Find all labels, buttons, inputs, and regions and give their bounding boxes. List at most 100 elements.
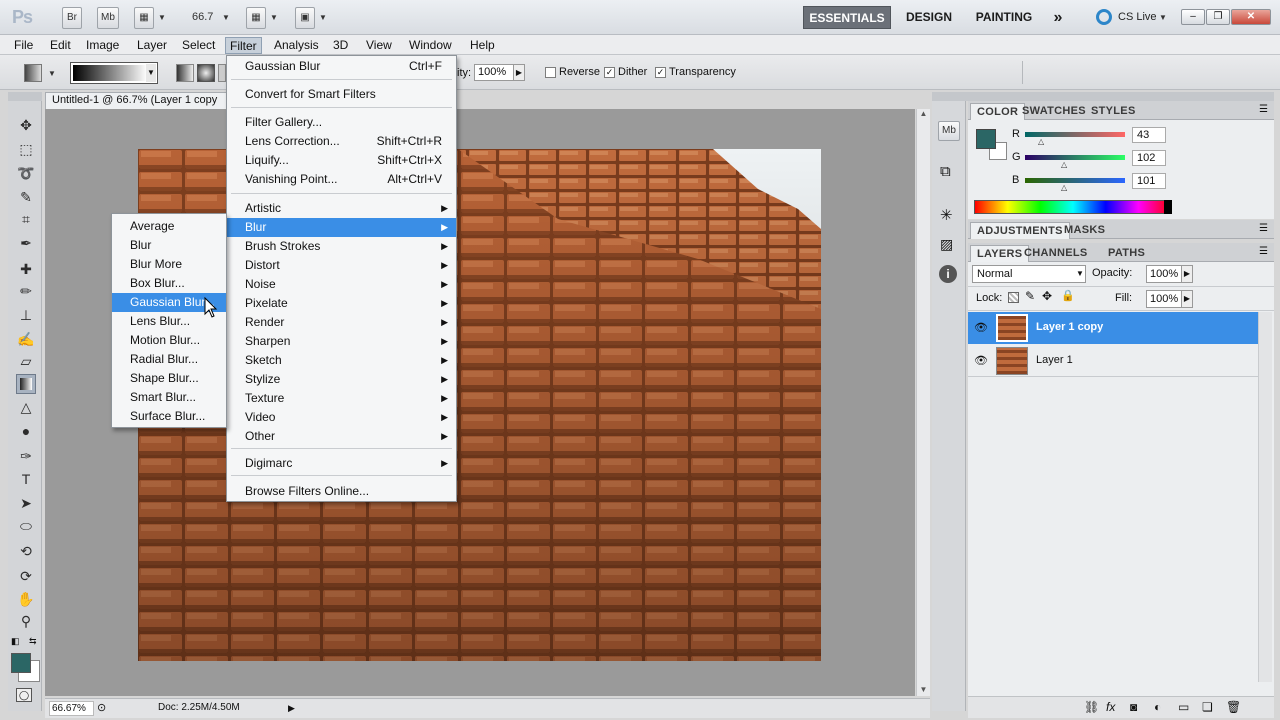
history-brush-tool-icon[interactable]: ✍ — [16, 329, 36, 349]
workspace-painting-button[interactable]: PAINTING — [967, 6, 1041, 29]
blend-mode-select[interactable]: Normal — [972, 265, 1086, 283]
menu-item-render[interactable]: Render ▶ — [227, 313, 456, 332]
quick-selection-tool-icon[interactable]: ✎ — [16, 187, 36, 207]
channel-value-r[interactable]: 43 — [1132, 127, 1166, 143]
zoom-dropdown-icon[interactable]: ▼ — [222, 13, 230, 22]
menu-help[interactable]: Help — [466, 37, 499, 54]
cs-live-label[interactable]: CS Live — [1118, 11, 1157, 23]
color-panel-menu-icon[interactable]: ☰ — [1259, 104, 1268, 115]
tool-preset-dropdown-icon[interactable]: ▼ — [48, 69, 56, 78]
foreground-color-swatch[interactable] — [11, 653, 31, 673]
lock-image-icon[interactable]: ✎ — [1025, 289, 1035, 303]
restore-icon[interactable]: ❐ — [1206, 9, 1230, 25]
status-info-icon[interactable]: ⊙ — [97, 699, 106, 717]
dither-checkbox[interactable]: ✓ — [604, 67, 615, 78]
spot-healing-tool-icon[interactable]: ✚ — [16, 259, 36, 279]
marquee-tool-icon[interactable]: ⬚ — [16, 139, 36, 159]
layer-row-layer-1[interactable]: 👁 Layer 1 — [968, 345, 1258, 377]
menu-item-artistic[interactable]: Artistic ▶ — [227, 199, 456, 218]
tab-styles[interactable]: STYLES — [1085, 103, 1142, 120]
clone-stamp-tool-icon[interactable]: ⊥ — [16, 305, 36, 325]
menu-item-video[interactable]: Video ▶ — [227, 408, 456, 427]
adjustment-layer-icon[interactable]: ◐ — [1154, 700, 1161, 714]
layers-panel-menu-icon[interactable]: ☰ — [1259, 246, 1268, 257]
blur-item-shape-blur[interactable]: Shape Blur... — [112, 369, 226, 388]
channel-slider-knob-icon[interactable]: △ — [1061, 183, 1067, 192]
lock-position-icon[interactable]: ✥ — [1042, 289, 1052, 303]
menu-item-sketch[interactable]: Sketch ▶ — [227, 351, 456, 370]
layer-opacity-slider-icon[interactable]: ▶ — [1181, 265, 1193, 283]
3d-orbit-tool-icon[interactable]: ⟳ — [16, 566, 36, 586]
menu-filter[interactable]: Filter — [225, 37, 262, 54]
dodge-tool-icon[interactable]: ● — [16, 421, 36, 441]
blend-mode-dropdown-icon[interactable]: ▼ — [1076, 269, 1084, 278]
eyedropper-tool-icon[interactable]: ✒ — [16, 233, 36, 253]
channel-value-g[interactable]: 102 — [1132, 150, 1166, 166]
history-panel-icon[interactable]: ⧉ — [940, 163, 951, 180]
new-group-icon[interactable]: ▭ — [1178, 700, 1189, 714]
layers-scrollbar[interactable] — [1258, 312, 1272, 682]
linear-gradient-icon[interactable] — [176, 64, 194, 82]
menu-item-browse-filters-online[interactable]: Browse Filters Online... — [227, 482, 456, 501]
gradient-picker[interactable]: ▼ — [70, 62, 158, 84]
delete-layer-icon[interactable]: 🗑 — [1226, 700, 1241, 714]
blur-tool-icon[interactable]: △ — [16, 397, 36, 417]
type-tool-icon[interactable]: T — [16, 469, 36, 489]
angle-gradient-icon[interactable] — [218, 64, 226, 82]
blur-item-average[interactable]: Average — [112, 217, 226, 236]
zoom-status[interactable]: 66.67% — [49, 701, 94, 716]
radial-gradient-icon[interactable] — [197, 64, 215, 82]
close-icon[interactable]: ✕ — [1231, 9, 1271, 25]
menu-item-digimarc[interactable]: Digimarc ▶ — [227, 454, 456, 473]
add-mask-icon[interactable]: ◙ — [1130, 700, 1137, 714]
menu-item-filter-gallery[interactable]: Filter Gallery... — [227, 113, 456, 132]
info-panel-icon[interactable]: i — [939, 265, 957, 283]
layer-visibility-eye-icon[interactable]: 👁 — [974, 321, 988, 334]
swap-colors-icon[interactable]: ⇆ — [29, 636, 37, 647]
channel-slider-g[interactable] — [1025, 155, 1125, 160]
menu-item-lens-correction[interactable]: Lens Correction... Shift+Ctrl+R — [227, 132, 456, 151]
arrange-documents-icon[interactable]: ▦ — [246, 7, 266, 29]
bridge-button[interactable]: Br — [62, 7, 82, 29]
fill-slider-icon[interactable]: ▶ — [1181, 290, 1193, 308]
menu-item-texture[interactable]: Texture ▶ — [227, 389, 456, 408]
channel-slider-b[interactable] — [1025, 178, 1125, 183]
menu-item-other[interactable]: Other ▶ — [227, 427, 456, 446]
scroll-up-icon[interactable]: ▲ — [917, 109, 930, 118]
lock-transparent-icon[interactable] — [1008, 292, 1019, 303]
tab-masks[interactable]: MASKS — [1058, 222, 1111, 239]
gradient-tool-preset-icon[interactable] — [24, 64, 42, 82]
menu-file[interactable]: File — [10, 37, 37, 54]
toolbox-header[interactable] — [8, 92, 42, 101]
menu-item-brush-strokes[interactable]: Brush Strokes ▶ — [227, 237, 456, 256]
default-colors-icon[interactable]: ◧ — [11, 636, 20, 647]
menu-item-stylize[interactable]: Stylize ▶ — [227, 370, 456, 389]
zoom-tool-icon[interactable]: ⚲ — [16, 611, 36, 631]
gradient-tool-icon[interactable] — [16, 374, 36, 394]
blur-item-blur[interactable]: Blur — [112, 236, 226, 255]
quick-mask-icon[interactable]: ◯ — [16, 688, 32, 702]
blur-item-radial-blur[interactable]: Radial Blur... — [112, 350, 226, 369]
adjustments-panel-menu-icon[interactable]: ☰ — [1259, 223, 1268, 234]
menu-item-distort[interactable]: Distort ▶ — [227, 256, 456, 275]
menu-layer[interactable]: Layer — [133, 37, 171, 54]
eraser-tool-icon[interactable]: ▱ — [16, 351, 36, 371]
opacity-slider-icon[interactable]: ▶ — [513, 64, 525, 81]
zoom-level[interactable]: 66.7 — [192, 11, 213, 23]
menu-3d[interactable]: 3D — [329, 37, 352, 54]
menu-item-vanishing-point[interactable]: Vanishing Point... Alt+Ctrl+V — [227, 170, 456, 189]
tab-channels[interactable]: CHANNELS — [1018, 245, 1094, 262]
scroll-down-icon[interactable]: ▼ — [917, 685, 930, 694]
menu-image[interactable]: Image — [82, 37, 123, 54]
blur-item-motion-blur[interactable]: Motion Blur... — [112, 331, 226, 350]
move-tool-icon[interactable]: ✥ — [16, 115, 36, 135]
color-spectrum-ramp[interactable] — [974, 200, 1172, 214]
navigator-panel-icon[interactable]: ▨ — [940, 236, 953, 253]
ramp-black-swatch[interactable] — [1164, 200, 1172, 214]
menu-edit[interactable]: Edit — [46, 37, 75, 54]
document-tab[interactable]: Untitled-1 @ 66.7% (Layer 1 copy — [45, 92, 230, 109]
panel-dock-header[interactable] — [932, 92, 1274, 101]
fg-color-chip[interactable] — [976, 129, 996, 149]
mini-bridge-panel-icon[interactable]: Mb — [938, 121, 960, 141]
menu-item-noise[interactable]: Noise ▶ — [227, 275, 456, 294]
